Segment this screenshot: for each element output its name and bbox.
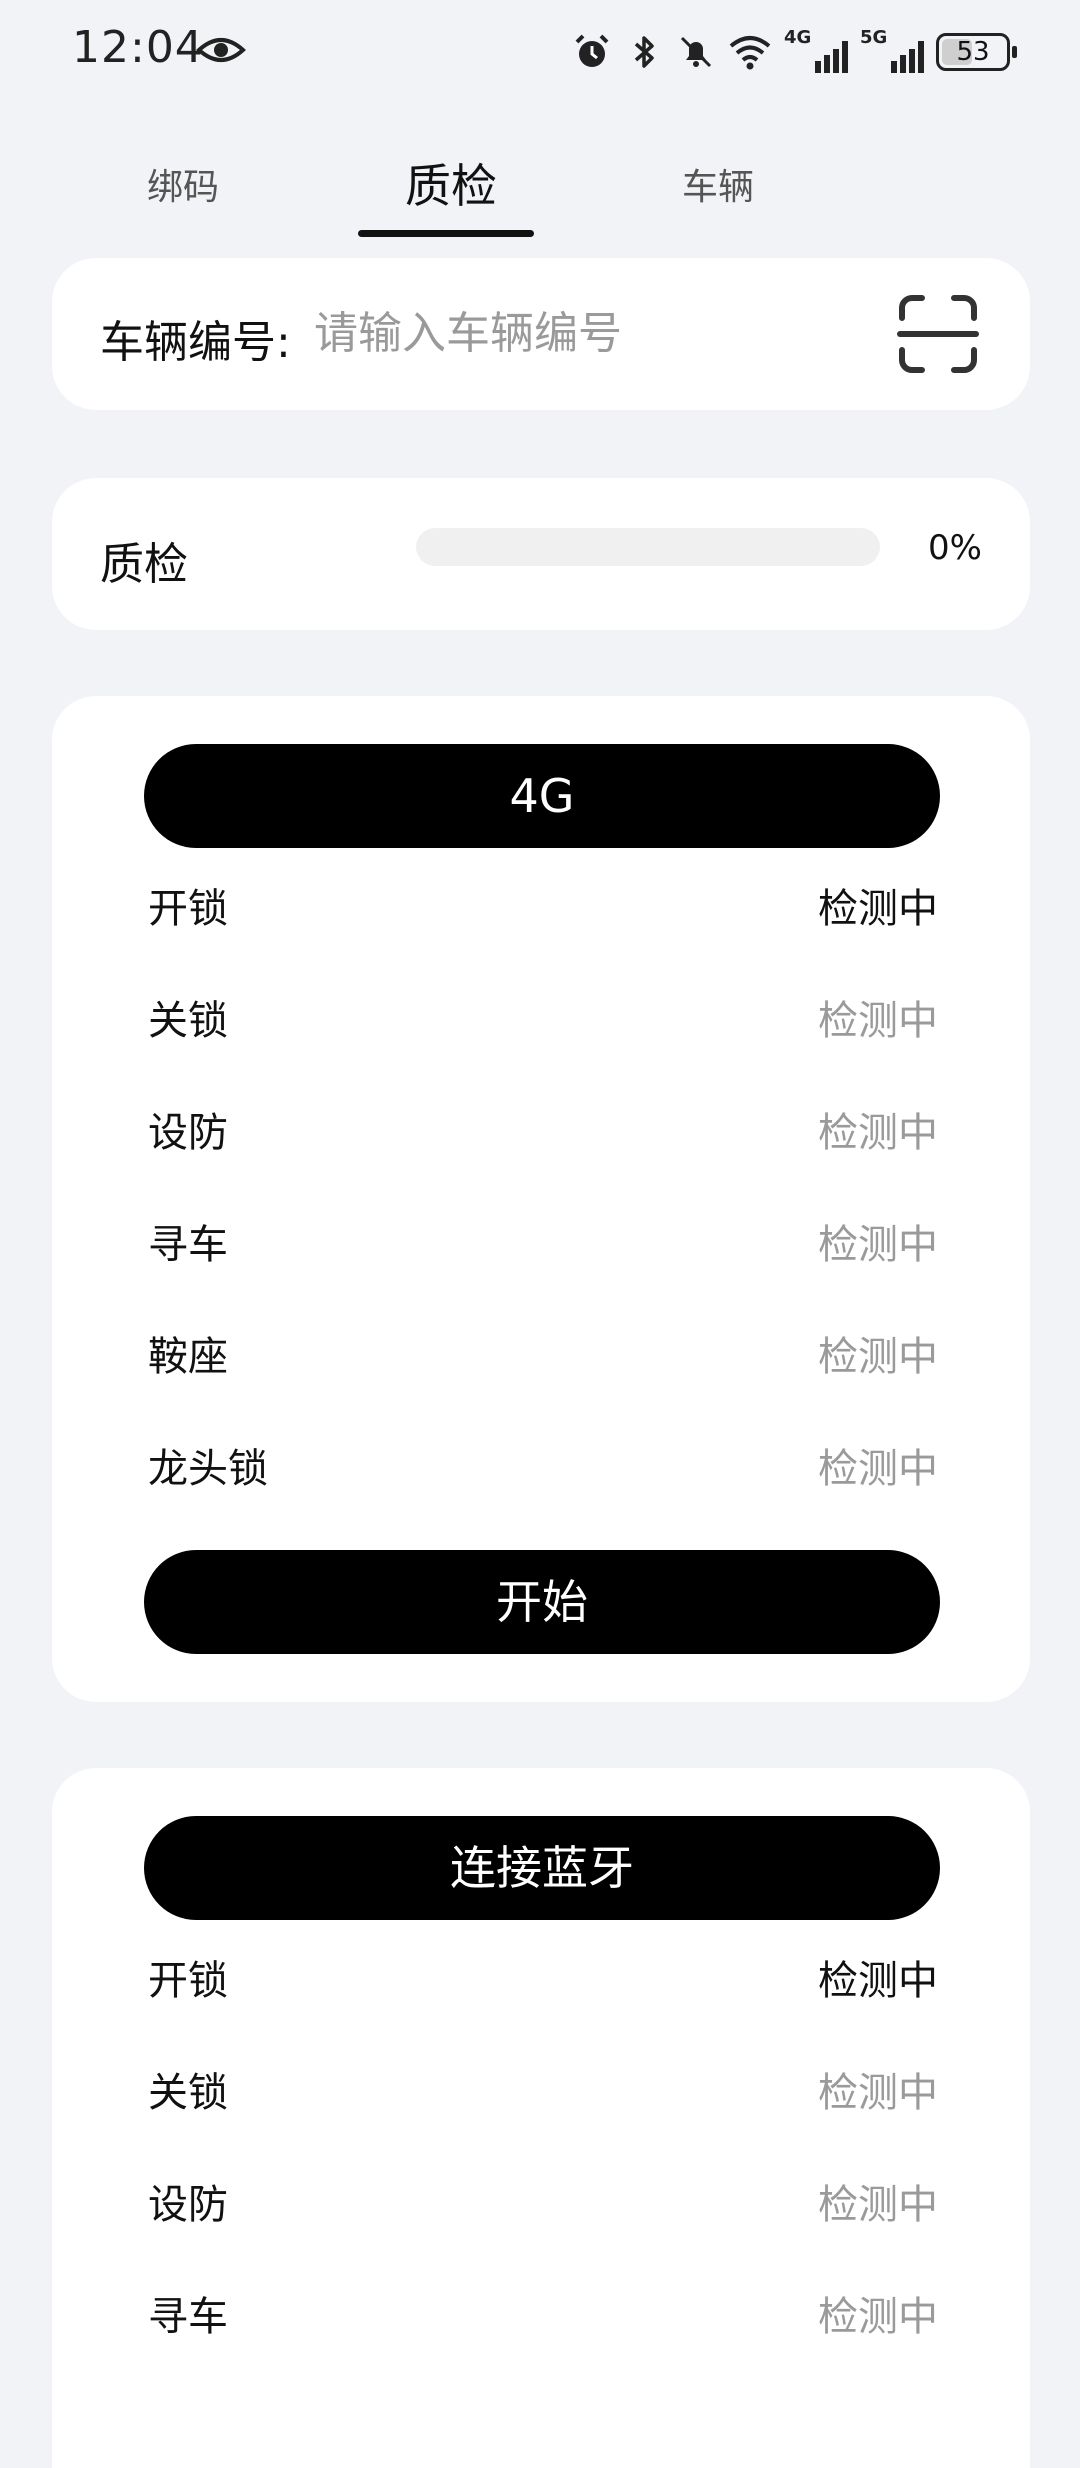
check-item-name: 设防 xyxy=(148,1110,228,1156)
vehicle-number-label: 车辆编号: xyxy=(100,317,291,368)
tab-bar: 绑码 质检 车辆 xyxy=(0,140,1080,250)
quality-progress-card: 质检 0% xyxy=(52,478,1030,630)
check-item-name: 鞍座 xyxy=(148,1334,228,1380)
check-row: 鞍座 检测中 xyxy=(148,1314,938,1384)
check-card-4g: 4G 开锁 检测中 关锁 检测中 设防 检测中 寻车 检测中 鞍座 检测中 龙头… xyxy=(52,696,1030,1702)
battery-level-text: 53 xyxy=(956,37,990,67)
check-item-status: 检测中 xyxy=(818,1334,938,1380)
check-row: 龙头锁 检测中 xyxy=(148,1426,938,1496)
check-item-status: 检测中 xyxy=(818,1110,938,1156)
check-item-name: 关锁 xyxy=(148,998,228,1044)
check-item-status: 检测中 xyxy=(818,2182,938,2228)
progress-percent: 0% xyxy=(928,528,982,568)
check-row: 寻车 检测中 xyxy=(148,2274,938,2344)
progress-bar xyxy=(416,528,880,566)
check-item-name: 寻车 xyxy=(148,1222,228,1268)
check-item-name: 开锁 xyxy=(148,886,228,932)
check-item-name: 寻车 xyxy=(148,2294,228,2340)
tab-quality-check[interactable]: 质检 xyxy=(405,150,497,216)
tab-bind-code[interactable]: 绑码 xyxy=(147,158,219,210)
check-row: 关锁 检测中 xyxy=(148,978,938,1048)
check-item-status: 检测中 xyxy=(818,998,938,1044)
check-item-name: 开锁 xyxy=(148,1958,228,2004)
check-item-status: 检测中 xyxy=(818,2070,938,2116)
check-row: 开锁 检测中 xyxy=(148,866,938,936)
vehicle-number-card: 车辆编号: xyxy=(52,258,1030,410)
section-header-4g: 4G xyxy=(144,744,940,848)
eye-icon xyxy=(196,38,246,62)
start-button[interactable]: 开始 xyxy=(144,1550,940,1654)
scan-icon[interactable] xyxy=(896,292,980,376)
progress-label: 质检 xyxy=(100,539,188,590)
status-bar: 12:04 4G 5G 53 xyxy=(0,0,1080,104)
active-tab-indicator xyxy=(358,230,534,237)
check-item-name: 龙头锁 xyxy=(148,1446,268,1492)
check-row: 寻车 检测中 xyxy=(148,1202,938,1272)
check-item-status: 检测中 xyxy=(818,1222,938,1268)
check-row: 关锁 检测中 xyxy=(148,2050,938,2120)
check-item-status: 检测中 xyxy=(818,2294,938,2340)
check-row: 设防 检测中 xyxy=(148,1090,938,1160)
network-5g-signal: 5G xyxy=(860,27,924,75)
alarm-icon xyxy=(575,34,609,67)
check-item-name: 设防 xyxy=(148,2182,228,2228)
status-time: 12:04 xyxy=(72,22,204,73)
vehicle-number-input[interactable] xyxy=(314,298,914,368)
check-row: 设防 检测中 xyxy=(148,2162,938,2232)
check-item-name: 关锁 xyxy=(148,2070,228,2116)
check-row: 开锁 检测中 xyxy=(148,1938,938,2008)
check-item-status: 检测中 xyxy=(818,886,938,932)
bluetooth-icon xyxy=(634,36,654,68)
check-item-status: 检测中 xyxy=(818,1958,938,2004)
status-icons: 4G 5G 53 xyxy=(572,24,1017,80)
network-4g-signal: 4G xyxy=(784,27,848,75)
check-item-status: 检测中 xyxy=(818,1446,938,1492)
check-card-bluetooth: 连接蓝牙 开锁 检测中 关锁 检测中 设防 检测中 寻车 检测中 xyxy=(52,1768,1030,2468)
tab-vehicle[interactable]: 车辆 xyxy=(682,158,754,210)
battery-indicator: 53 xyxy=(936,33,1017,71)
connect-bluetooth-button[interactable]: 连接蓝牙 xyxy=(144,1816,940,1920)
bell-muted-icon xyxy=(680,36,712,68)
wifi-icon xyxy=(729,36,771,70)
